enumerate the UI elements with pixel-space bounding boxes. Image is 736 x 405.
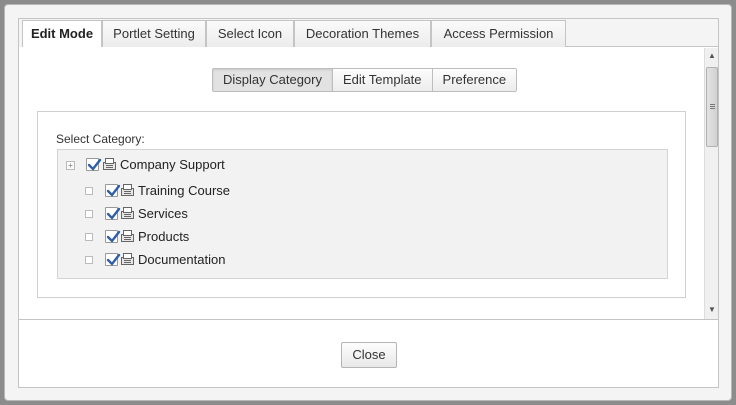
tab-portlet-setting[interactable]: Portlet Setting <box>102 20 206 47</box>
grip-line <box>710 104 715 105</box>
expand-plus-icon[interactable]: + <box>66 161 75 170</box>
tree-label-training-course[interactable]: Training Course <box>138 181 230 201</box>
tree-leaf-icon <box>85 233 93 241</box>
tab-edit-mode[interactable]: Edit Mode <box>22 20 102 48</box>
tree-row: Products <box>58 227 667 247</box>
tab-access-permission[interactable]: Access Permission <box>431 20 566 47</box>
tree-leaf-icon <box>85 256 93 264</box>
close-button[interactable]: Close <box>341 342 397 368</box>
check-icon <box>106 253 121 266</box>
tree-row: Documentation <box>58 250 667 270</box>
checkbox-services[interactable] <box>105 207 121 220</box>
vertical-scrollbar[interactable]: ▲ ▼ <box>704 48 718 319</box>
tree-label-documentation[interactable]: Documentation <box>138 250 225 270</box>
tab-select-icon[interactable]: Select Icon <box>206 20 294 47</box>
check-icon <box>106 184 121 197</box>
category-folder-icon <box>121 184 134 196</box>
grip-line <box>710 108 715 109</box>
tree-label-company-support[interactable]: Company Support <box>120 155 225 175</box>
subtab-edit-template[interactable]: Edit Template <box>332 69 432 91</box>
select-category-label: Select Category: <box>56 132 145 146</box>
edit-mode-content: Display Category Edit Template Preferenc… <box>19 47 703 318</box>
tree-row: Training Course <box>58 181 667 201</box>
category-panel: Select Category: + Company Support Train… <box>37 111 686 298</box>
check-icon <box>87 158 102 171</box>
category-tree: + Company Support Training Course Servic… <box>57 149 668 279</box>
checkbox-company-support[interactable] <box>86 158 102 171</box>
category-folder-icon <box>121 253 134 265</box>
scroll-down-icon[interactable]: ▼ <box>705 303 719 317</box>
tree-row: Services <box>58 204 667 224</box>
dialog-body: Edit Mode Portlet Setting Select Icon De… <box>18 18 719 388</box>
checkbox-products[interactable] <box>105 230 121 243</box>
portlet-edit-dialog: Edit Mode Portlet Setting Select Icon De… <box>4 4 732 401</box>
scroll-up-icon[interactable]: ▲ <box>705 49 719 63</box>
checkbox-documentation[interactable] <box>105 253 121 266</box>
checkbox-training-course[interactable] <box>105 184 121 197</box>
grip-line <box>710 106 715 107</box>
tree-label-products[interactable]: Products <box>138 227 189 247</box>
subtab-display-category[interactable]: Display Category <box>213 69 332 91</box>
subtab-bar: Display Category Edit Template Preferenc… <box>212 68 518 92</box>
tree-leaf-icon <box>85 187 93 195</box>
category-folder-icon <box>121 230 134 242</box>
tree-leaf-icon <box>85 210 93 218</box>
tab-bar: Edit Mode Portlet Setting Select Icon De… <box>19 19 718 48</box>
category-folder-icon <box>103 158 116 170</box>
category-folder-icon <box>121 207 134 219</box>
check-icon <box>106 207 121 220</box>
scroll-thumb[interactable] <box>706 67 718 147</box>
tree-label-services[interactable]: Services <box>138 204 188 224</box>
check-icon <box>106 230 121 243</box>
dialog-footer: Close <box>19 319 718 387</box>
subtab-preference[interactable]: Preference <box>431 69 517 91</box>
tree-row-root: + Company Support <box>58 155 667 175</box>
tab-decoration-themes[interactable]: Decoration Themes <box>294 20 431 47</box>
